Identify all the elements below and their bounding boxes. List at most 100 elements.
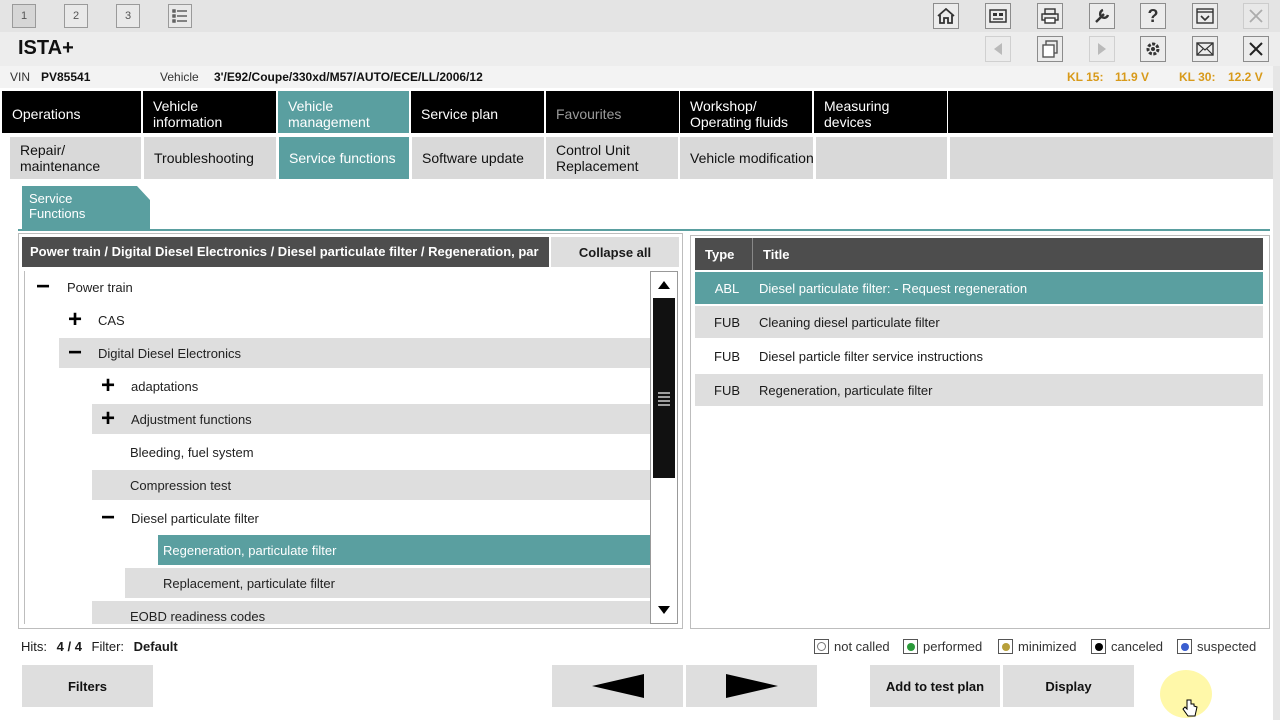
- list-icon[interactable]: [168, 4, 192, 28]
- tree-scrollbar[interactable]: [650, 271, 678, 624]
- tree-item[interactable]: Compression test: [92, 470, 650, 500]
- mail-icon[interactable]: [1192, 36, 1218, 62]
- kl30-value: 12.2 V: [1228, 70, 1263, 84]
- vehicle-label: Vehicle: [160, 70, 199, 84]
- legend-minimized: minimized: [998, 639, 1077, 654]
- add-to-test-plan-button[interactable]: Add to test plan: [870, 665, 1000, 707]
- subtab-software-update[interactable]: Software update: [412, 137, 544, 179]
- forward-icon[interactable]: [1089, 36, 1115, 62]
- expand-icon[interactable]: +: [61, 306, 89, 334]
- title-bar: ISTA+: [0, 32, 1280, 66]
- home-icon[interactable]: [933, 3, 959, 29]
- subtab-empty-2: [950, 137, 1273, 179]
- tree-item[interactable]: + CAS: [59, 305, 650, 335]
- previous-button[interactable]: [552, 665, 683, 707]
- subtab-troubleshooting[interactable]: Troubleshooting: [144, 137, 276, 179]
- status-minimized-icon: [998, 639, 1013, 654]
- tab-favourites[interactable]: Favourites: [546, 91, 679, 133]
- wrench-icon[interactable]: [1089, 3, 1115, 29]
- kl15-value: 11.9 V: [1115, 70, 1150, 84]
- tab-measuring-devices[interactable]: Measuring devices: [814, 91, 947, 133]
- tree-item[interactable]: EOBD readiness codes: [92, 601, 650, 624]
- subtab-repair-maintenance[interactable]: Repair/ maintenance: [10, 137, 141, 179]
- hits-label: Hits:: [21, 639, 47, 654]
- tree-item-selected[interactable]: Regeneration, particulate filter: [158, 535, 650, 565]
- subtab-service-functions[interactable]: Service functions: [279, 137, 409, 179]
- window-button-3[interactable]: 3: [116, 4, 140, 28]
- result-row[interactable]: FUB Diesel particle filter service instr…: [695, 340, 1263, 372]
- kl15-label: KL 15:: [1067, 70, 1104, 84]
- scroll-down-icon[interactable]: [653, 600, 675, 620]
- tab-operations[interactable]: Operations: [2, 91, 141, 133]
- scroll-thumb[interactable]: [653, 298, 675, 478]
- hits-value: 4 / 4: [56, 639, 82, 654]
- subtab-empty-1: [816, 137, 947, 179]
- results-header: Type Title: [695, 238, 1263, 270]
- minimize-window-icon[interactable]: [1192, 3, 1218, 29]
- tab-empty: [948, 91, 1273, 133]
- tree-item[interactable]: − Diesel particulate filter: [92, 503, 650, 533]
- tree-item[interactable]: − Power train: [25, 272, 650, 302]
- column-divider: [752, 238, 753, 270]
- tree-item[interactable]: + Adjustment functions: [92, 404, 650, 434]
- section-divider: [18, 229, 1270, 231]
- tree-item[interactable]: Bleeding, fuel system: [92, 437, 650, 467]
- collapse-icon[interactable]: −: [61, 339, 89, 367]
- result-row[interactable]: FUB Regeneration, particulate filter: [695, 374, 1263, 406]
- tab-service-plan[interactable]: Service plan: [411, 91, 544, 133]
- gear-icon[interactable]: [1140, 36, 1166, 62]
- expand-icon[interactable]: +: [94, 405, 122, 433]
- column-type[interactable]: Type: [705, 247, 734, 262]
- legend-canceled: canceled: [1091, 639, 1163, 654]
- collapse-all-button[interactable]: Collapse all: [551, 237, 679, 267]
- close-icon[interactable]: [1243, 36, 1269, 62]
- vin-value: PV85541: [41, 70, 91, 84]
- vehicle-id-icon[interactable]: [985, 3, 1011, 29]
- back-icon[interactable]: [985, 36, 1011, 62]
- vehicle-value: 3'/E92/Coupe/330xd/M57/AUTO/ECE/LL/2006/…: [214, 70, 483, 84]
- window-button-1[interactable]: 1: [12, 4, 36, 28]
- print-icon[interactable]: [1037, 3, 1063, 29]
- result-row-selected[interactable]: ABL Diesel particulate filter: - Request…: [695, 272, 1263, 304]
- tab-vehicle-management[interactable]: Vehicle management: [278, 91, 409, 133]
- result-row[interactable]: FUB Cleaning diesel particulate filter: [695, 306, 1263, 338]
- tree-item[interactable]: + adaptations: [92, 371, 650, 401]
- next-button[interactable]: [686, 665, 817, 707]
- status-canceled-icon: [1091, 639, 1106, 654]
- collapse-icon[interactable]: −: [29, 273, 57, 301]
- window-button-2[interactable]: 2: [64, 4, 88, 28]
- filter-value: Default: [133, 639, 178, 654]
- arrow-right-icon: [725, 674, 778, 698]
- column-title[interactable]: Title: [763, 247, 790, 262]
- window-scrollbar[interactable]: [1273, 66, 1280, 720]
- display-button[interactable]: Display: [1003, 665, 1134, 707]
- function-tree: − Power train + CAS − Digital Diesel Ele…: [24, 271, 650, 624]
- legend-suspected: suspected: [1177, 639, 1256, 654]
- copy-icon[interactable]: [1037, 36, 1063, 62]
- hand-cursor-icon: [1182, 698, 1198, 721]
- vehicle-info-bar: VIN PV85541 Vehicle 3'/E92/Coupe/330xd/M…: [0, 66, 1280, 88]
- tree-item[interactable]: − Digital Diesel Electronics: [59, 338, 650, 368]
- status-performed-icon: [903, 639, 918, 654]
- breadcrumb: Power train / Digital Diesel Electronics…: [22, 237, 549, 267]
- legend-performed: performed: [903, 639, 982, 654]
- tab-vehicle-information[interactable]: Vehicle information: [143, 91, 276, 133]
- tree-item[interactable]: Replacement, particulate filter: [125, 568, 650, 598]
- collapse-icon[interactable]: −: [94, 504, 122, 532]
- tab-workshop-operating-fluids[interactable]: Workshop/ Operating fluids: [680, 91, 812, 133]
- status-suspected-icon: [1177, 639, 1192, 654]
- kl30-label: KL 30:: [1179, 70, 1216, 84]
- subtab-vehicle-modification[interactable]: Vehicle modification: [680, 137, 813, 179]
- app-title: ISTA+: [18, 37, 74, 59]
- scroll-up-icon[interactable]: [653, 275, 675, 295]
- filters-button[interactable]: Filters: [22, 665, 153, 707]
- vin-label: VIN: [10, 70, 31, 84]
- help-icon[interactable]: ?: [1140, 3, 1166, 29]
- legend-not-called: not called: [814, 639, 890, 654]
- subtab-control-unit-replacement[interactable]: Control Unit Replacement: [546, 137, 678, 179]
- expand-icon[interactable]: +: [94, 372, 122, 400]
- section-tab-service-functions[interactable]: Service Functions: [22, 186, 150, 230]
- status-not-called-icon: [814, 639, 829, 654]
- close-app-icon[interactable]: [1243, 3, 1269, 29]
- filter-label: Filter:: [91, 639, 125, 654]
